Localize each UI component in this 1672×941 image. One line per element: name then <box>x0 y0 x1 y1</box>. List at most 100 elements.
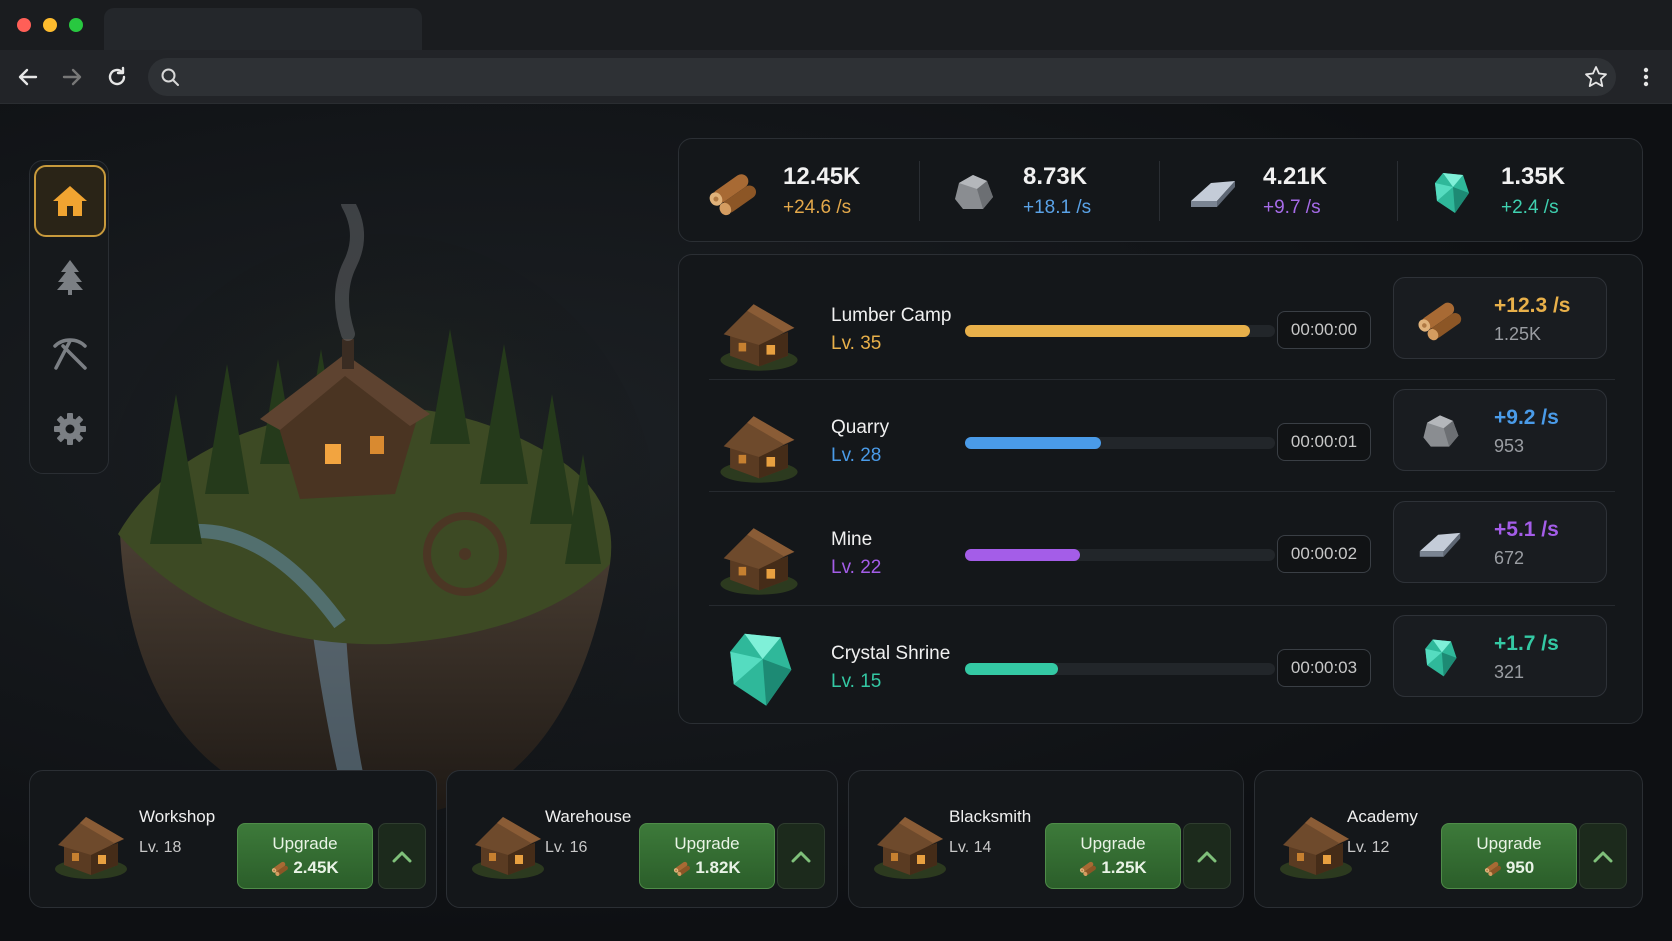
stone-icon <box>1416 408 1464 454</box>
output-stored: 1.25K <box>1494 324 1542 344</box>
reload-button[interactable] <box>103 63 131 91</box>
building-level: Lv. 16 <box>545 839 588 856</box>
output-rate: +12.3 /s <box>1494 294 1571 317</box>
sidebar-item-forest[interactable] <box>34 241 106 313</box>
expand-upgrade-button[interactable] <box>1183 823 1231 889</box>
production-panel: Lumber Camp Lv. 35 00:00:00 +12.3 /s 1.2… <box>678 254 1643 724</box>
back-button[interactable] <box>14 63 42 91</box>
sidebar-item-home[interactable] <box>34 165 106 237</box>
collect-output-button[interactable]: +12.3 /s 1.25K <box>1393 277 1607 359</box>
sidebar-item-settings[interactable] <box>34 393 106 465</box>
resource-rate: +9.7 /s <box>1263 197 1321 218</box>
upgrade-button[interactable]: Upgrade 2.45K <box>237 823 373 889</box>
floating-island-scene <box>100 197 660 844</box>
window-minimize-button[interactable] <box>43 18 57 32</box>
sidebar-item-mining[interactable] <box>34 317 106 389</box>
resource-rate: +2.4 /s <box>1501 197 1559 218</box>
collect-output-button[interactable]: +1.7 /s 321 <box>1393 615 1607 697</box>
search-icon <box>161 68 179 86</box>
production-progress-bar <box>965 437 1275 449</box>
pickaxe-icon <box>53 338 87 370</box>
building-level: Lv. 15 <box>831 671 882 692</box>
bookmark-star-button[interactable] <box>1583 64 1609 90</box>
gear-icon <box>54 413 86 445</box>
window-close-button[interactable] <box>17 18 31 32</box>
building-name: Mine <box>831 529 873 550</box>
building-level: Lv. 12 <box>1347 839 1390 856</box>
production-timer: 00:00:02 <box>1277 535 1371 573</box>
divider <box>709 491 1615 492</box>
resource-rate: +24.6 /s <box>783 197 852 218</box>
collect-output-button[interactable]: +9.2 /s 953 <box>1393 389 1607 471</box>
address-bar[interactable] <box>148 58 1616 96</box>
academy-building-icon <box>1275 799 1357 883</box>
forward-button[interactable] <box>58 63 86 91</box>
upgrade-cost: 1.82K <box>695 858 741 877</box>
building-card-academy: Academy Lv. 12 Upgrade 950 <box>1254 770 1643 908</box>
output-rate: +5.1 /s <box>1494 518 1559 541</box>
upgrade-label: Upgrade <box>1080 834 1146 853</box>
resource-amount: 12.45K <box>783 163 861 190</box>
crystal-icon <box>1425 167 1477 217</box>
crystal-icon <box>1416 634 1464 680</box>
warehouse-building-icon <box>467 799 549 883</box>
chevron-up-icon <box>791 851 811 863</box>
blacksmith-building-icon <box>869 799 951 883</box>
forward-arrow-icon <box>62 68 82 86</box>
window-maximize-button[interactable] <box>69 18 83 32</box>
output-rate: +1.7 /s <box>1494 632 1559 655</box>
upgrade-button[interactable]: Upgrade 950 <box>1441 823 1577 889</box>
workshop-building-icon <box>50 799 132 883</box>
resource-wood: 12.45K +24.6 /s <box>679 139 917 243</box>
production-row-mine[interactable]: Mine Lv. 22 00:00:02 +5.1 /s 672 <box>709 495 1615 607</box>
upgrade-label: Upgrade <box>272 834 338 853</box>
production-timer: 00:00:00 <box>1277 311 1371 349</box>
building-level: Lv. 28 <box>831 445 882 466</box>
building-name: Blacksmith <box>949 807 1032 826</box>
production-progress-bar <box>965 325 1275 337</box>
upgrade-cost: 2.45K <box>293 858 339 877</box>
upgrade-button[interactable]: Upgrade 1.25K <box>1045 823 1181 889</box>
lumber-camp-building-icon <box>709 285 809 375</box>
resource-crystal: 1.35K +2.4 /s <box>1397 139 1635 243</box>
output-stored: 953 <box>1494 436 1525 456</box>
reload-icon <box>108 66 126 86</box>
resource-amount: 1.35K <box>1501 163 1566 190</box>
production-row-lumber-camp[interactable]: Lumber Camp Lv. 35 00:00:00 +12.3 /s 1.2… <box>709 271 1615 383</box>
resource-bar: 12.45K +24.6 /s 8.73K +18.1 /s 4.21K +9.… <box>678 138 1643 242</box>
resource-amount: 8.73K <box>1023 163 1088 190</box>
production-timer: 00:00:03 <box>1277 649 1371 687</box>
wood-icon <box>1079 859 1097 877</box>
chevron-up-icon <box>1593 851 1613 863</box>
expand-upgrade-button[interactable] <box>777 823 825 889</box>
building-card-blacksmith: Blacksmith Lv. 14 Upgrade 1.25K <box>848 770 1244 908</box>
mine-building-icon <box>709 509 809 599</box>
upgrade-cost: 950 <box>1505 858 1535 877</box>
building-name: Lumber Camp <box>831 305 952 326</box>
upgrade-cost: 1.25K <box>1101 858 1147 877</box>
output-stored: 672 <box>1494 548 1525 568</box>
expand-upgrade-button[interactable] <box>378 823 426 889</box>
quarry-building-icon <box>709 397 809 487</box>
upgrade-label: Upgrade <box>674 834 740 853</box>
production-row-crystal-shrine[interactable]: Crystal Shrine Lv. 15 00:00:03 +1.7 /s 3… <box>709 609 1615 721</box>
browser-menu-button[interactable] <box>1636 64 1656 90</box>
building-name: Academy <box>1347 807 1418 826</box>
collect-output-button[interactable]: +5.1 /s 672 <box>1393 501 1607 583</box>
production-progress-bar <box>965 663 1275 675</box>
wood-icon <box>707 167 759 217</box>
chevron-up-icon <box>392 851 412 863</box>
building-card-workshop: Workshop Lv. 18 Upgrade 2.45K <box>29 770 437 908</box>
resource-amount: 4.21K <box>1263 163 1328 190</box>
divider <box>709 379 1615 380</box>
wood-icon <box>673 859 691 877</box>
upgrade-button[interactable]: Upgrade 1.82K <box>639 823 775 889</box>
building-card-warehouse: Warehouse Lv. 16 Upgrade 1.82K <box>446 770 838 908</box>
building-name: Crystal Shrine <box>831 643 951 664</box>
production-row-quarry[interactable]: Quarry Lv. 28 00:00:01 +9.2 /s 953 <box>709 383 1615 495</box>
resource-rate: +18.1 /s <box>1023 197 1092 218</box>
browser-tab[interactable] <box>104 8 422 50</box>
expand-upgrade-button[interactable] <box>1579 823 1627 889</box>
building-name: Warehouse <box>545 807 632 826</box>
output-rate: +9.2 /s <box>1494 406 1559 429</box>
